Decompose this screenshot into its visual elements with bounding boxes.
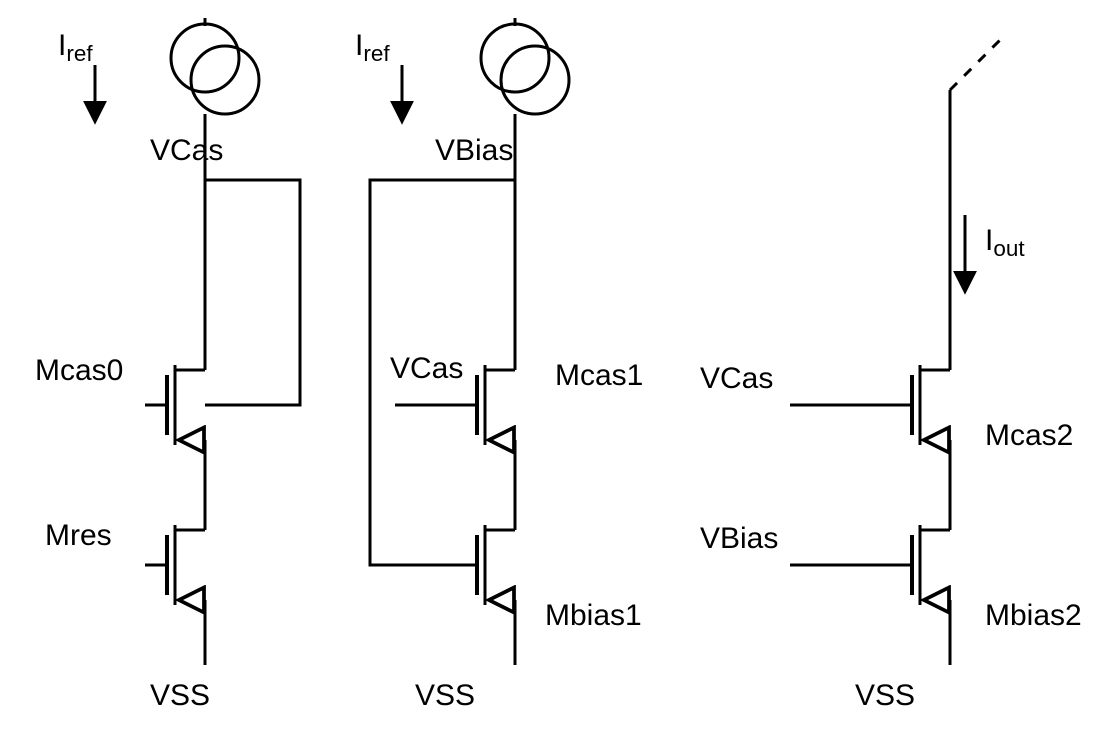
mres-transistor (145, 505, 205, 625)
mcas2-label: Mcas2 (985, 419, 1073, 452)
mcas0-transistor (145, 345, 205, 465)
iref1-label: Iref (58, 29, 93, 66)
vbias-mbias2-label: VBias (700, 522, 778, 555)
mcas1-transistor (455, 345, 515, 465)
vcas-node-label: VCas (150, 134, 223, 167)
current-source-1 (171, 18, 259, 128)
mcas0-label: Mcas0 (35, 354, 123, 387)
mres-label: Mres (45, 519, 112, 552)
cascode-mirror-diagram: Iref VCas Mcas0 Mres VSS Iref VBias Mcas… (0, 0, 1112, 740)
vcas-mcas2-label: VCas (700, 362, 773, 395)
vss3-label: VSS (855, 679, 915, 712)
mbias2-label: Mbias2 (985, 599, 1082, 632)
mcas2-transistor (890, 345, 950, 465)
iref2-label: Iref (355, 29, 390, 66)
vss2-label: VSS (415, 679, 475, 712)
mbias2-transistor (890, 505, 950, 625)
mbias1-transistor (455, 505, 515, 625)
output-continuation (950, 35, 1005, 90)
vcas-feedback-wire (205, 180, 300, 405)
vss1-label: VSS (150, 679, 210, 712)
vcas-mcas1-label: VCas (390, 352, 463, 385)
iout-label: Iout (985, 224, 1025, 261)
vbias-node-label: VBias (435, 134, 513, 167)
current-source-2 (481, 18, 569, 128)
mcas1-label: Mcas1 (555, 359, 643, 392)
mbias1-label: Mbias1 (545, 599, 642, 632)
